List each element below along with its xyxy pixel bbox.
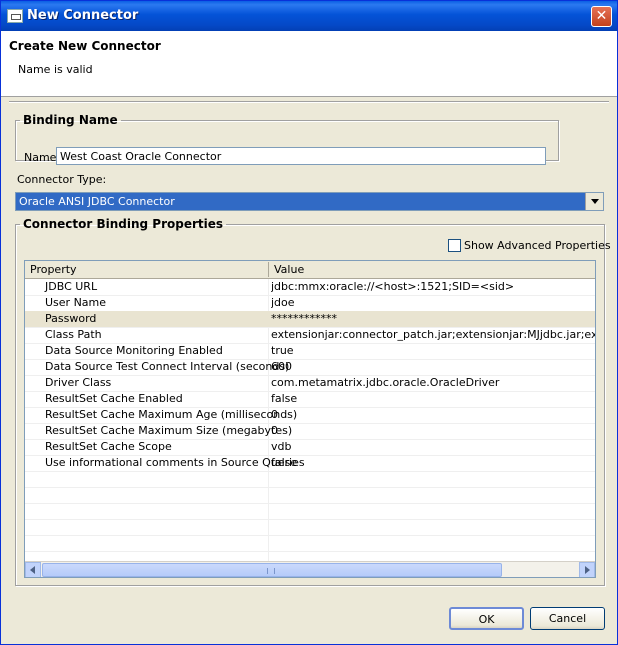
property-name-cell: User Name (45, 296, 107, 309)
property-value-cell[interactable]: jdbc:mmx:oracle://<host>:1521;SID=<sid> (271, 280, 595, 293)
scroll-left-icon[interactable] (25, 562, 41, 577)
connector-type-select[interactable]: Oracle ANSI JDBC Connector (15, 192, 604, 211)
table-row[interactable]: Use informational comments in Source Que… (25, 455, 595, 471)
chevron-down-icon[interactable] (585, 193, 603, 210)
property-value-cell[interactable]: jdoe (271, 296, 595, 309)
property-value-cell[interactable]: 0 (271, 408, 595, 421)
property-value-cell[interactable]: ************ (271, 312, 595, 325)
header-title: Create New Connector (9, 39, 161, 53)
show-advanced-label: Show Advanced Properties (464, 239, 611, 252)
name-input[interactable] (56, 147, 546, 165)
column-header-value[interactable]: Value (274, 263, 304, 276)
window-title: New Connector (27, 8, 139, 23)
row-grid-line (25, 503, 595, 504)
table-row[interactable]: ResultSet Cache Maximum Age (millisecond… (25, 407, 595, 423)
header-separator (9, 101, 609, 103)
table-row[interactable]: Driver Class com.metamatrix.jdbc.oracle.O… (25, 375, 595, 391)
app-icon (7, 9, 23, 23)
connector-type-value: Oracle ANSI JDBC Connector (19, 195, 175, 208)
property-name-cell: Class Path (45, 328, 102, 341)
table-row[interactable]: ResultSet Cache Maximum Size (megabytes)… (25, 423, 595, 439)
table-row[interactable]: Data Source Monitoring Enabled true (25, 343, 595, 359)
cancel-button[interactable]: Cancel (530, 607, 605, 630)
property-name-cell: ResultSet Cache Maximum Age (millisecond… (45, 408, 298, 421)
ok-button[interactable]: OK (449, 607, 524, 630)
table-row[interactable]: ResultSet Cache Scope vdb (25, 439, 595, 455)
dialog-header: Create New Connector Name is valid (1, 31, 617, 97)
column-header-property[interactable]: Property (30, 263, 77, 276)
row-grid-line (25, 471, 595, 472)
property-value-cell[interactable]: 600 (271, 360, 595, 373)
property-value-cell[interactable]: com.metamatrix.jdbc.oracle.OracleDriver (271, 376, 595, 389)
property-value-cell[interactable]: false (271, 456, 595, 469)
checkbox-icon[interactable] (448, 239, 461, 252)
scrollbar-thumb[interactable] (42, 563, 502, 577)
connector-type-label: Connector Type: (17, 173, 107, 186)
property-name-cell: Use informational comments in Source Que… (45, 456, 305, 469)
properties-legend: Connector Binding Properties (23, 217, 224, 231)
property-name-cell: Driver Class (45, 376, 112, 389)
table-header: Property Value (25, 261, 595, 279)
table-row[interactable]: JDBC URL jdbc:mmx:oracle://<host>:1521;SI… (25, 279, 595, 295)
row-grid-line (25, 535, 595, 536)
title-bar[interactable]: New Connector ✕ (1, 1, 617, 31)
properties-table: Property Value JDBC URL jdbc:mmx:oracle:/… (24, 260, 596, 578)
property-value-cell[interactable]: 0 (271, 424, 595, 437)
table-row[interactable]: Password ************ (25, 311, 595, 327)
horizontal-scrollbar[interactable] (25, 561, 595, 577)
property-name-cell: JDBC URL (45, 280, 98, 293)
binding-name-group: Binding Name Name (15, 113, 559, 165)
property-name-cell: ResultSet Cache Enabled (45, 392, 183, 405)
grip-icon (267, 568, 275, 574)
name-label: Name (24, 151, 57, 164)
new-connector-dialog: New Connector ✕ Create New Connector Nam… (0, 0, 618, 645)
property-name-cell: ResultSet Cache Maximum Size (megabytes) (45, 424, 293, 437)
row-grid-line (25, 487, 595, 488)
binding-name-legend: Binding Name (23, 113, 118, 127)
row-grid-line (25, 519, 595, 520)
property-value-cell[interactable]: false (271, 392, 595, 405)
scroll-right-icon[interactable] (579, 562, 595, 577)
property-value-cell[interactable]: true (271, 344, 595, 357)
table-row[interactable]: Data Source Test Connect Interval (secon… (25, 359, 595, 375)
close-button[interactable]: ✕ (591, 6, 612, 27)
table-row[interactable]: User Name jdoe (25, 295, 595, 311)
property-value-cell[interactable]: extensionjar:connector_patch.jar;extensi… (271, 328, 595, 341)
column-divider[interactable] (268, 262, 269, 277)
property-name-cell: Password (45, 312, 97, 325)
table-row[interactable]: Class Path extensionjar:connector_patch.j… (25, 327, 595, 343)
property-name-cell: ResultSet Cache Scope (45, 440, 172, 453)
property-value-cell[interactable]: vdb (271, 440, 595, 453)
property-name-cell: Data Source Monitoring Enabled (45, 344, 223, 357)
property-name-cell: Data Source Test Connect Interval (secon… (45, 360, 290, 373)
table-row[interactable]: ResultSet Cache Enabled false (25, 391, 595, 407)
status-message: Name is valid (18, 63, 93, 76)
row-grid-line (25, 551, 595, 552)
